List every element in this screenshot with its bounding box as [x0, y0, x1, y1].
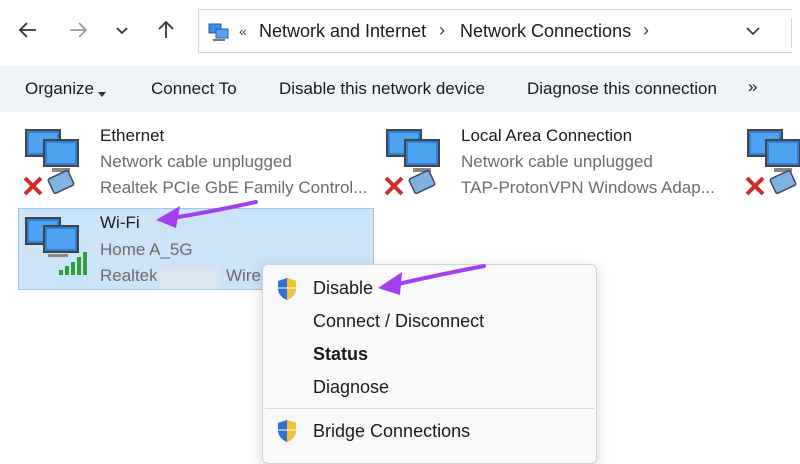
forward-button[interactable] — [62, 14, 94, 46]
chevron-down-icon — [116, 27, 128, 35]
connection-status: Network cable unplugged — [100, 152, 292, 171]
address-dropdown-icon[interactable] — [744, 22, 762, 45]
annotation-arrow-icon — [378, 264, 486, 295]
connection-status: Network cable unplugged — [461, 152, 653, 171]
annotation-arrow-icon — [156, 200, 258, 228]
connection-device-suffix: Wire — [226, 266, 261, 285]
uac-shield-icon — [276, 419, 298, 448]
menu-item-bridge-connections[interactable]: Bridge Connections — [313, 421, 470, 442]
disconnected-x-icon — [22, 175, 44, 202]
connection-device-prefix: Realtek — [100, 266, 158, 285]
menu-item-disable[interactable]: Disable — [313, 278, 373, 299]
menu-item-connect-disconnect[interactable]: Connect / Disconnect — [313, 311, 484, 332]
command-bar: Organize Connect To Disable this network… — [0, 66, 800, 112]
menu-item-diagnose[interactable]: Diagnose — [313, 377, 389, 398]
connection-device: TAP-ProtonVPN Windows Adap... — [461, 178, 715, 197]
address-bar[interactable]: « Network and Internet › Network Connect… — [198, 9, 792, 53]
connection-name: Local Area Connection — [461, 126, 633, 145]
up-arrow-icon — [158, 20, 174, 38]
menu-separator — [265, 408, 594, 409]
connection-device: Realtek PCIe GbE Family Control... — [100, 178, 368, 197]
more-commands-button[interactable]: » — [748, 77, 757, 97]
address-divider — [791, 18, 792, 48]
menu-item-status[interactable]: Status — [313, 344, 368, 365]
connect-to-button[interactable]: Connect To — [151, 79, 237, 99]
diagnose-connection-button[interactable]: Diagnose this connection — [527, 79, 717, 99]
connection-name: Wi-Fi — [100, 213, 140, 232]
redacted-text — [158, 266, 220, 288]
disable-device-button[interactable]: Disable this network device — [279, 79, 485, 99]
network-folder-icon — [207, 20, 231, 49]
organize-button[interactable]: Organize — [25, 79, 94, 99]
breadcrumb-separator[interactable]: › — [439, 20, 445, 41]
recent-locations-button[interactable] — [106, 14, 138, 46]
breadcrumb-network-connections[interactable]: Network Connections — [460, 21, 631, 42]
forward-arrow-icon — [70, 22, 88, 38]
breadcrumb-network-and-internet[interactable]: Network and Internet — [259, 21, 426, 42]
overflow-chevron[interactable]: « — [239, 23, 247, 39]
disconnected-x-icon — [383, 175, 405, 202]
breadcrumb-separator-end[interactable]: › — [643, 20, 649, 41]
navigation-row: « Network and Internet › Network Connect… — [0, 0, 800, 64]
back-button[interactable] — [12, 14, 44, 46]
back-arrow-icon — [18, 22, 36, 38]
caret-down-icon — [98, 85, 106, 103]
uac-shield-icon — [276, 277, 298, 306]
up-button[interactable] — [150, 14, 182, 46]
connection-name: Ethernet — [100, 126, 165, 145]
disconnected-x-icon — [744, 175, 766, 202]
connection-status: Home A_5G — [100, 240, 193, 259]
signal-strength-icon — [58, 250, 88, 281]
